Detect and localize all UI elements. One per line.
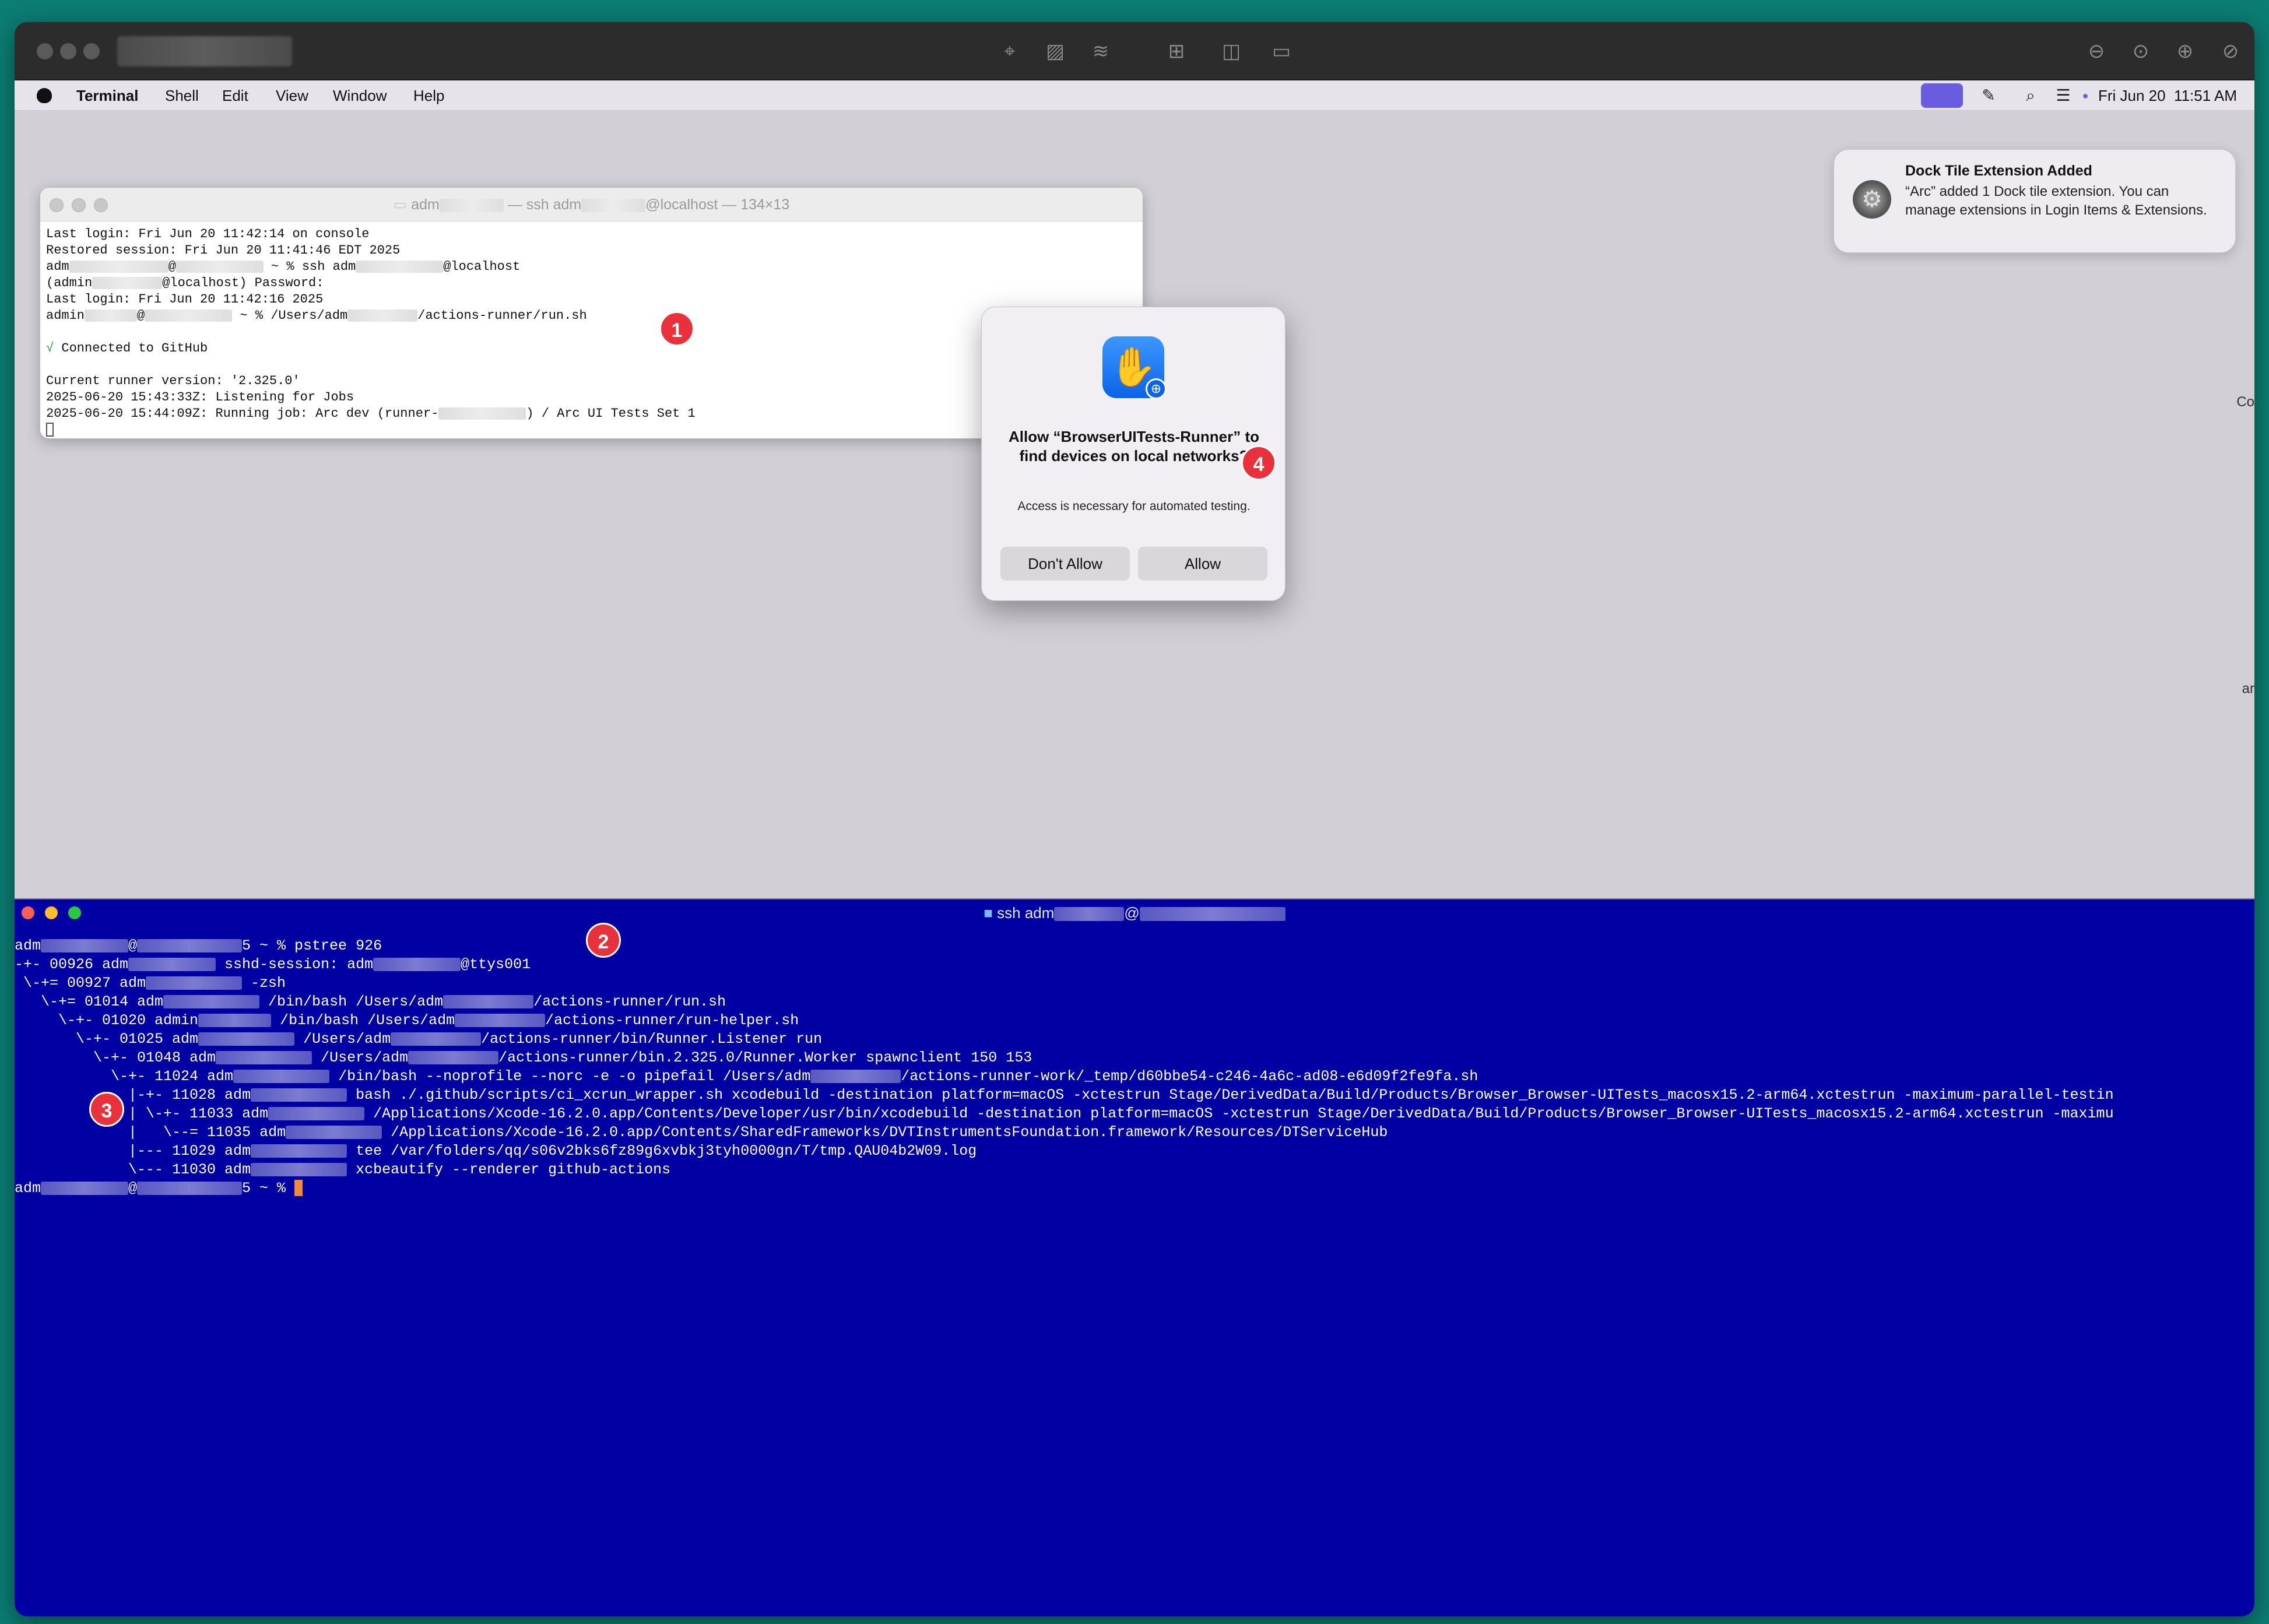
terminal-title-bar[interactable]: ▭ adm — ssh adm @localhost — 134×13 xyxy=(40,188,1143,222)
menu-bar: Terminal Shell Edit View Window Help ✎ ⌕… xyxy=(15,80,2254,111)
terminal-title-bar[interactable]: ■ ssh adm @ xyxy=(15,899,2254,925)
layout-icon[interactable]: ◫ xyxy=(1218,40,1245,63)
terminal-line: Current runner version: '2.325.0' xyxy=(46,374,300,388)
folder-icon: ■ xyxy=(984,904,993,922)
viewer-toolbar: ⌖ ▨ ≋ ⊞ ◫ ▭ ⊖ ⊙ ⊕ ⊘ xyxy=(15,22,2254,80)
terminal-line: √ Connected to GitHub xyxy=(46,341,208,356)
siri-dot-icon[interactable]: ● xyxy=(2075,85,2096,106)
terminal-line: \--- 11030 adm xcbeautify --renderer git… xyxy=(15,1161,671,1178)
pin-icon[interactable]: ✎ xyxy=(1978,85,1999,106)
terminal-title: ▭ adm — ssh adm @localhost — 134×13 xyxy=(393,196,790,213)
menu-window[interactable]: Window xyxy=(333,86,387,105)
terminal-cursor xyxy=(46,423,54,437)
privacy-hand-icon: ✋ ⊕ xyxy=(1102,336,1167,399)
screen-sharing-window: ⌖ ▨ ≋ ⊞ ◫ ▭ ⊖ ⊙ ⊕ ⊘ Terminal Shell Edit … xyxy=(15,22,2254,1616)
dialog-message: Access is necessary for automated testin… xyxy=(1017,500,1251,513)
terminal-line: Last login: Fri Jun 20 11:42:16 2025 xyxy=(46,292,324,307)
terminal-title: ■ ssh adm @ xyxy=(15,904,2254,922)
terminal-line xyxy=(46,422,1136,438)
terminal-line: adm @5 ~ % pstree 926 xyxy=(15,937,382,954)
folder-icon: ▭ xyxy=(393,196,408,213)
viewer-zoom-button[interactable] xyxy=(83,43,100,59)
layers-icon[interactable]: ≋ xyxy=(1087,40,1114,63)
terminal-line: adm @ ~ % ssh adm @localhost xyxy=(46,259,521,274)
offscreen-window-text: Co xyxy=(2236,394,2254,410)
menu-help[interactable]: Help xyxy=(413,86,444,105)
terminal-line: | \-+- 11033 adm /Applications/Xcode-16.… xyxy=(15,1105,2114,1122)
control-center-icon[interactable]: ☰ xyxy=(2053,85,2074,106)
terminal-window-runner[interactable]: ▭ adm — ssh adm @localhost — 134×13 Last … xyxy=(40,187,1143,439)
terminal-line: \-+- 01048 adm /Users/adm/actions-runner… xyxy=(15,1049,1032,1066)
terminal-line: |-+- 11028 adm bash ./.github/scripts/ci… xyxy=(15,1087,2114,1103)
apple-menu-icon[interactable] xyxy=(37,88,52,103)
remote-desktop: Terminal Shell Edit View Window Help ✎ ⌕… xyxy=(15,80,2254,1616)
grid-icon[interactable]: ⊞ xyxy=(1163,40,1190,63)
notification-title: Dock Tile Extension Added xyxy=(1905,163,2092,179)
zoom-fit-icon[interactable]: ⊙ xyxy=(2127,40,2154,63)
terminal-line: Last login: Fri Jun 20 11:42:14 on conso… xyxy=(46,227,370,241)
dialog-title: Allow “BrowserUITests-Runner” to find de… xyxy=(1008,428,1259,465)
terminal-line: 2025-06-20 15:43:33Z: Listening for Jobs xyxy=(46,390,354,405)
terminal-line: \-+- 11024 adm /bin/bash --noprofile --n… xyxy=(15,1068,1478,1085)
terminal-line: \-+- 01020 admin /bin/bash /Users/adm/ac… xyxy=(15,1012,799,1029)
terminal-cursor xyxy=(294,1180,303,1197)
annotation-badge-1: 1 xyxy=(659,311,694,346)
globe-icon: ⊕ xyxy=(1146,378,1167,399)
menu-shell[interactable]: Shell xyxy=(165,86,199,105)
zoom-in-icon[interactable]: ⊕ xyxy=(2172,40,2198,63)
notification-body: “Arc” added 1 Dock tile extension. You c… xyxy=(1905,184,2207,218)
notification-banner[interactable]: ⚙ Dock Tile Extension Added “Arc” added … xyxy=(1834,149,2236,253)
terminal-line: \-+= 00927 adm -zsh xyxy=(15,975,286,992)
viewer-title-redacted xyxy=(117,36,292,66)
annotation-badge-2: 2 xyxy=(586,923,621,958)
terminal-line: (admin @localhost) Password: xyxy=(46,276,324,290)
zoom-actual-icon[interactable]: ⊘ xyxy=(2217,40,2244,63)
terminal-line: \-+- 01025 adm /Users/adm/actions-runner… xyxy=(15,1031,823,1047)
annotation-badge-3: 3 xyxy=(89,1092,124,1127)
screen-sharing-status-icon[interactable] xyxy=(1921,83,1963,108)
viewer-minimize-button[interactable] xyxy=(60,43,76,59)
pointer-icon[interactable]: ⌖ xyxy=(996,40,1023,63)
dont-allow-button[interactable]: Don't Allow xyxy=(1000,547,1130,581)
terminal-line: 2025-06-20 15:44:09Z: Running job: Arc d… xyxy=(46,406,696,421)
terminal-line: \-+= 01014 adm /bin/bash /Users/adm/acti… xyxy=(15,993,726,1010)
zoom-out-icon[interactable]: ⊖ xyxy=(2083,40,2110,63)
terminal-line: | \--= 11035 adm /Applications/Xcode-16.… xyxy=(15,1124,1388,1141)
terminal-line: -+- 00926 adm sshd-session: adm @ttys001 xyxy=(15,956,531,973)
offscreen-window-text: ar xyxy=(2242,681,2254,697)
image-icon[interactable]: ▨ xyxy=(1042,40,1069,63)
local-network-permission-dialog: ✋ ⊕ Allow “BrowserUITests-Runner” to fin… xyxy=(981,307,1285,601)
menu-edit[interactable]: Edit xyxy=(222,86,248,105)
menu-view[interactable]: View xyxy=(276,86,308,105)
terminal-prompt[interactable]: adm @5 ~ % xyxy=(15,1179,2254,1198)
terminal-line: Restored session: Fri Jun 20 11:41:46 ED… xyxy=(46,243,401,258)
settings-gear-icon: ⚙ xyxy=(1853,180,1891,219)
app-menu[interactable]: Terminal xyxy=(76,86,138,105)
menu-bar-clock[interactable]: Fri Jun 20 11:51 AM xyxy=(2098,86,2237,105)
check-icon: √ xyxy=(46,341,54,356)
terminal-line: |--- 11029 adm tee /var/folders/qq/s06v2… xyxy=(15,1143,977,1159)
display-icon[interactable]: ▭ xyxy=(1268,40,1295,63)
allow-button[interactable]: Allow xyxy=(1138,547,1267,581)
terminal-window-ssh[interactable]: ■ ssh adm @ adm @5 ~ % pstree 926 -+- 0092… xyxy=(15,898,2254,1616)
search-icon[interactable]: ⌕ xyxy=(2020,85,2041,106)
terminal-line: admin @ ~ % /Users/adm/actions-runner/run… xyxy=(46,308,587,323)
viewer-close-button[interactable] xyxy=(37,43,53,59)
terminal-output[interactable]: adm @5 ~ % pstree 926 -+- 00926 adm sshd-… xyxy=(15,937,2254,1198)
terminal-output[interactable]: Last login: Fri Jun 20 11:42:14 on conso… xyxy=(46,226,1136,438)
annotation-badge-4: 4 xyxy=(1241,445,1276,480)
